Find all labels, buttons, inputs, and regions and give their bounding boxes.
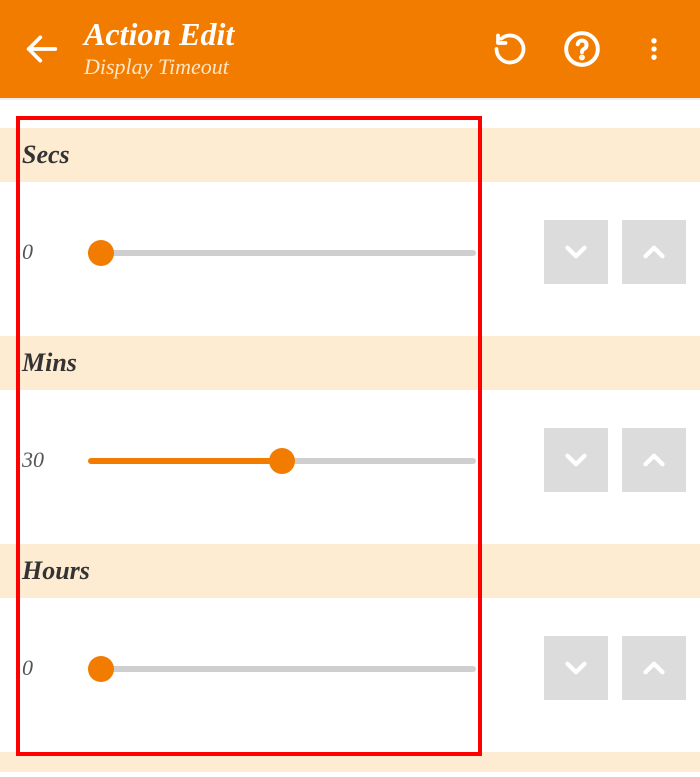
- hours-slider[interactable]: [88, 666, 476, 672]
- help-icon: [563, 30, 601, 68]
- hours-decrement-button[interactable]: [544, 636, 608, 700]
- chevron-down-icon: [559, 651, 593, 685]
- mins-slider[interactable]: [88, 458, 476, 464]
- secs-label: Secs: [0, 128, 700, 182]
- app-bar: Action Edit Display Timeout: [0, 0, 700, 98]
- mins-decrement-button[interactable]: [544, 428, 608, 492]
- hours-increment-button[interactable]: [622, 636, 686, 700]
- bottom-bar: [0, 752, 700, 772]
- secs-row: 0: [0, 182, 700, 322]
- undo-icon: [492, 31, 528, 67]
- overflow-menu-button[interactable]: [632, 27, 676, 71]
- mins-label: Mins: [0, 336, 700, 390]
- hours-row: 0: [0, 598, 700, 738]
- content-area: Secs 0 Mins 30: [0, 100, 700, 777]
- hours-value: 0: [22, 655, 88, 681]
- arrow-left-icon: [22, 29, 62, 69]
- chevron-down-icon: [559, 443, 593, 477]
- more-vert-icon: [640, 31, 668, 67]
- mins-value: 30: [22, 447, 88, 473]
- secs-value: 0: [22, 239, 88, 265]
- chevron-up-icon: [637, 443, 671, 477]
- mins-increment-button[interactable]: [622, 428, 686, 492]
- secs-slider[interactable]: [88, 250, 476, 256]
- hours-label: Hours: [0, 544, 700, 598]
- chevron-down-icon: [559, 235, 593, 269]
- chevron-up-icon: [637, 651, 671, 685]
- reset-button[interactable]: [488, 27, 532, 71]
- mins-row: 30: [0, 390, 700, 530]
- help-button[interactable]: [560, 27, 604, 71]
- secs-decrement-button[interactable]: [544, 220, 608, 284]
- back-button[interactable]: [6, 0, 78, 98]
- page-title: Action Edit: [84, 18, 488, 50]
- chevron-up-icon: [637, 235, 671, 269]
- secs-increment-button[interactable]: [622, 220, 686, 284]
- page-subtitle: Display Timeout: [84, 54, 488, 80]
